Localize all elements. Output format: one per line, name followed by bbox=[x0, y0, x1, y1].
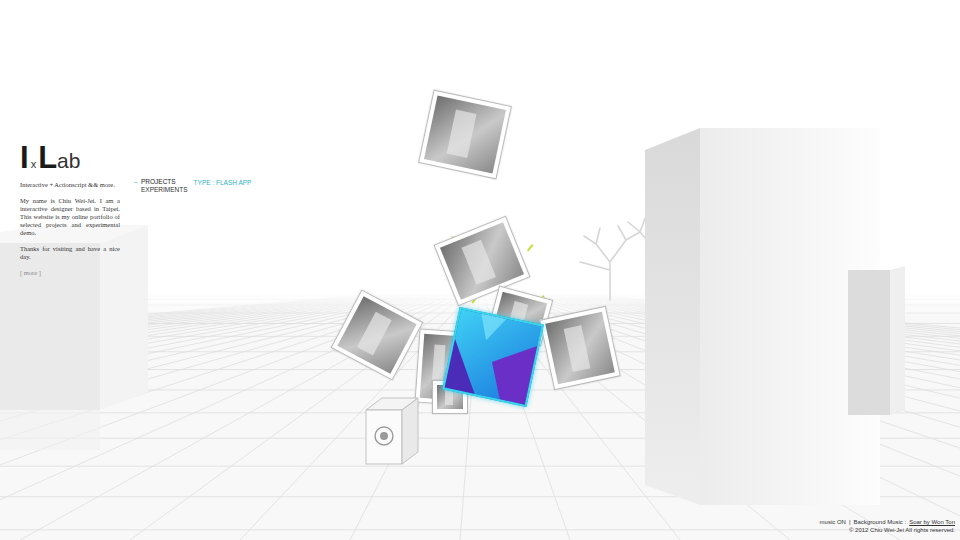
site-logo[interactable]: IxLab bbox=[20, 142, 80, 173]
intro-panel: IxLab Interactive + Actionscript && more… bbox=[20, 142, 120, 277]
nav-menu: – PROJECTS EXPERIMENTS bbox=[134, 178, 188, 194]
footer: music ON | Background Music : Soar by Wo… bbox=[820, 518, 960, 540]
left-box bbox=[0, 225, 148, 450]
right-box bbox=[645, 128, 905, 505]
portfolio-page: IxLab Interactive + Actionscript && more… bbox=[0, 0, 960, 540]
music-toggle[interactable]: music ON bbox=[820, 518, 846, 526]
project-card[interactable] bbox=[539, 306, 620, 391]
copyright: © 2012 Chiu Wei-Jei All rights reserved. bbox=[849, 526, 955, 534]
project-photo bbox=[545, 312, 615, 385]
intro-text: My name is Chiu Wei-Jei. I am a interact… bbox=[20, 197, 120, 237]
project-photo bbox=[424, 95, 506, 173]
project-card[interactable] bbox=[442, 307, 544, 407]
intro-text: Thanks for visiting and have a nice day. bbox=[20, 245, 120, 261]
more-link[interactable]: [ more ] bbox=[20, 269, 41, 277]
music-link[interactable]: Soar by Won Ton bbox=[909, 518, 955, 526]
cube-logo-icon bbox=[362, 392, 420, 468]
type-label: TYPE : FLASH APP bbox=[194, 179, 252, 187]
tagline: Interactive + Actionscript && more. bbox=[20, 181, 115, 189]
project-cube[interactable] bbox=[362, 392, 420, 468]
selected-project-thumbnail bbox=[445, 309, 542, 404]
project-card[interactable] bbox=[418, 90, 512, 180]
nav-item[interactable]: EXPERIMENTS bbox=[134, 186, 188, 194]
nav-item[interactable]: – PROJECTS bbox=[134, 178, 188, 186]
